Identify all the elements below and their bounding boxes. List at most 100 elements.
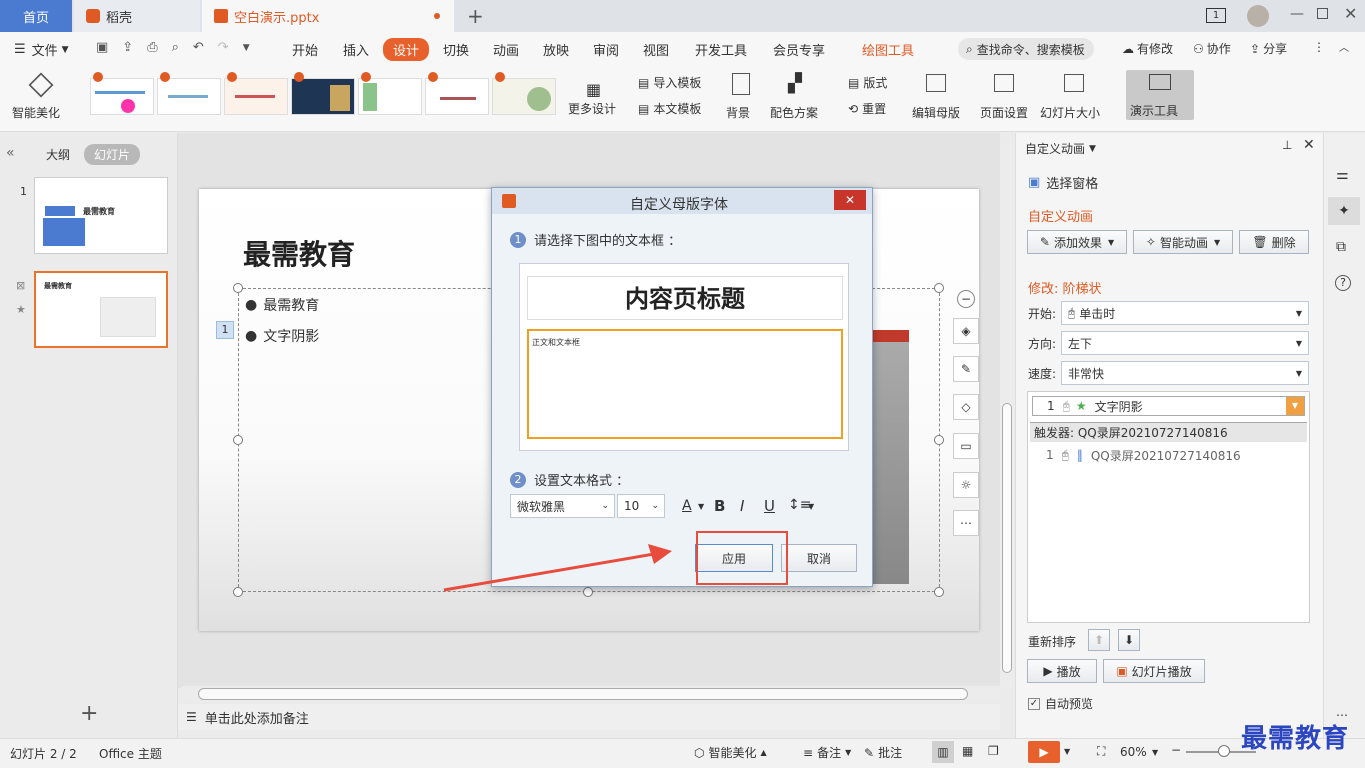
zoom-level[interactable]: 60% (1120, 745, 1147, 759)
animation-pane-icon[interactable]: ✦ (1328, 197, 1360, 225)
pen-icon[interactable]: ✎ (953, 356, 979, 382)
resize-handle[interactable] (233, 283, 243, 293)
transition-icon[interactable]: ⧉ (1336, 239, 1346, 255)
delete-anim-button[interactable]: 🗑 删除 (1239, 230, 1309, 254)
chevron-down-icon[interactable]: ▼ (698, 502, 704, 511)
animation-tag[interactable]: 1 (216, 321, 234, 339)
resize-handle[interactable] (233, 435, 243, 445)
redo-icon[interactable]: ↷ (218, 40, 229, 55)
theme-thumb-3[interactable] (224, 78, 288, 115)
fit-icon[interactable]: ⛶ (1097, 744, 1105, 759)
dialog-titlebar[interactable]: 自定义母版字体 ✕ (492, 188, 872, 214)
menu-review[interactable]: 审阅 (593, 40, 619, 59)
adjust-icon[interactable]: ⚌ (1336, 167, 1349, 183)
color-scheme-button[interactable]: ▞ 配色方案 (770, 70, 832, 126)
file-menu[interactable]: ☰ 文件 ▼ (14, 40, 69, 59)
menu-animation[interactable]: 动画 (493, 40, 519, 59)
smart-beautify-status[interactable]: ⬡ 智能美化 ▲ (694, 744, 767, 761)
anim-item-2[interactable]: 1 🖰 ‖ QQ录屏20210727140816 (1032, 446, 1305, 464)
grid-view-icon[interactable]: ▦ (962, 744, 973, 758)
comments-toggle[interactable]: ✎ 批注 (864, 744, 902, 761)
resize-handle[interactable] (934, 435, 944, 445)
preview-title-box[interactable]: 内容页标题 (527, 276, 843, 320)
dialog-close-icon[interactable]: ✕ (834, 190, 866, 210)
theme-thumb-4[interactable] (291, 78, 355, 115)
window-count-icon[interactable]: 1 (1206, 8, 1226, 23)
smart-anim-button[interactable]: ✧ 智能动画 ▼ (1133, 230, 1233, 254)
fill-icon[interactable]: ◇ (953, 394, 979, 420)
minimize-icon[interactable]: — (1290, 6, 1304, 22)
animation-header[interactable]: 自定义动画 ▼ (1025, 140, 1096, 157)
slides-tab[interactable]: 幻灯片 (84, 144, 141, 165)
bullet-2[interactable]: ● 文字阴影 (245, 326, 319, 346)
add-slide-icon[interactable]: + (80, 701, 98, 726)
chevron-down-icon[interactable]: ▼ (808, 502, 814, 511)
menu-view[interactable]: 视图 (643, 40, 669, 59)
resize-handle[interactable] (934, 587, 944, 597)
export-icon[interactable]: ⇪ (122, 40, 133, 55)
autopreview-checkbox[interactable]: ✓ 自动预览 (1028, 695, 1093, 712)
slideshow-button[interactable]: ▣ 幻灯片播放 (1103, 659, 1205, 683)
move-down-icon[interactable]: ⬇ (1118, 629, 1140, 651)
start-select[interactable]: 🖰 单击时 ▼ (1061, 301, 1309, 325)
more-qat-icon[interactable]: ▼ (243, 43, 250, 53)
select-pane-button[interactable]: ▣ 选择窗格 (1028, 173, 1098, 192)
new-tab-icon[interactable]: + (467, 4, 484, 28)
play-button[interactable]: ▶ 播放 (1027, 659, 1097, 683)
modify-button[interactable]: ☁ 有修改 (1122, 40, 1173, 57)
tab-daoke[interactable]: 稻壳 (74, 0, 200, 32)
slide-size-button[interactable]: 幻灯片大小 (1040, 70, 1112, 126)
italic-icon[interactable]: I (740, 497, 744, 515)
smart-beautify-button[interactable]: 智能美化 (10, 70, 72, 126)
reset-button[interactable]: ⟲ 重置 (848, 100, 886, 117)
font-select[interactable]: 微软雅黑 ⌄ (510, 494, 615, 518)
menu-transition[interactable]: 切换 (443, 40, 469, 59)
resize-handle[interactable] (934, 283, 944, 293)
scroll-thumb[interactable] (198, 688, 968, 700)
page-setup-button[interactable]: 页面设置 (980, 70, 1032, 126)
save-icon[interactable]: ▣ (96, 40, 108, 55)
edit-master-button[interactable]: 编辑母版 (910, 70, 964, 126)
chevron-down-icon[interactable]: ▼ (1152, 748, 1158, 757)
pin-icon[interactable]: ⊥ (1282, 138, 1292, 152)
anim-item-dropdown-icon[interactable]: ▼ (1286, 397, 1304, 415)
menu-developer[interactable]: 开发工具 (695, 40, 747, 59)
menu-start[interactable]: 开始 (292, 40, 318, 59)
horizontal-scrollbar[interactable] (182, 686, 1000, 702)
background-button[interactable]: 背景 (724, 70, 764, 126)
print-icon[interactable]: ⎙ (147, 40, 157, 55)
tab-document[interactable]: 空白演示.pptx (202, 0, 454, 32)
menu-design[interactable]: 设计 (383, 38, 430, 61)
chevron-down-icon[interactable]: ▼ (1064, 747, 1070, 756)
slide-thumb-2[interactable]: 最需教育 (34, 271, 168, 348)
direction-select[interactable]: 左下 ▼ (1061, 331, 1309, 355)
collapse-ribbon-icon[interactable]: ︿ (1339, 39, 1349, 54)
lightbulb-icon[interactable]: ☼ (953, 472, 979, 498)
theme-thumb-5[interactable] (358, 78, 422, 115)
this-template-button[interactable]: ▤ 本文模板 (638, 100, 701, 117)
speed-select[interactable]: 非常快 ▼ (1061, 361, 1309, 385)
preview-icon[interactable]: ⌕ (172, 40, 179, 55)
size-select[interactable]: 10 ⌄ (617, 494, 665, 518)
theme-thumb-2[interactable] (157, 78, 221, 115)
menu-slideshow[interactable]: 放映 (543, 40, 569, 59)
menu-member[interactable]: 会员专享 (773, 40, 825, 59)
font-color-icon[interactable]: A (682, 498, 692, 514)
more-tools-icon[interactable]: ⋯ (953, 510, 979, 536)
close-window-icon[interactable]: ✕ (1344, 4, 1357, 23)
notes-toggle[interactable]: ≡ 备注 ▼ (803, 744, 851, 761)
help-icon[interactable]: ? (1335, 275, 1351, 291)
slide-thumb-1[interactable]: 最需教育 (34, 177, 168, 254)
bullet-1[interactable]: ● 最需教育 (245, 295, 319, 315)
notes-bar[interactable]: ☰ 单击此处添加备注 (178, 704, 1000, 730)
unsaved-dot-icon[interactable] (434, 13, 440, 19)
cancel-button[interactable]: 取消 (781, 544, 857, 572)
resize-handle[interactable] (233, 587, 243, 597)
trigger-header[interactable]: 触发器: QQ录屏20210727140816 (1030, 422, 1307, 442)
collapse-toolbar-icon[interactable]: − (957, 290, 975, 308)
animation-list[interactable]: 1 🖰 ★ 文字阴影 ▼ 触发器: QQ录屏20210727140816 1 🖰… (1027, 391, 1310, 623)
layout-button[interactable]: ▤ 版式 (848, 74, 887, 91)
add-effect-button[interactable]: ✎ 添加效果 ▼ (1027, 230, 1127, 254)
restore-icon[interactable] (1317, 8, 1328, 19)
play-slideshow-icon[interactable]: ▶ (1028, 741, 1060, 763)
